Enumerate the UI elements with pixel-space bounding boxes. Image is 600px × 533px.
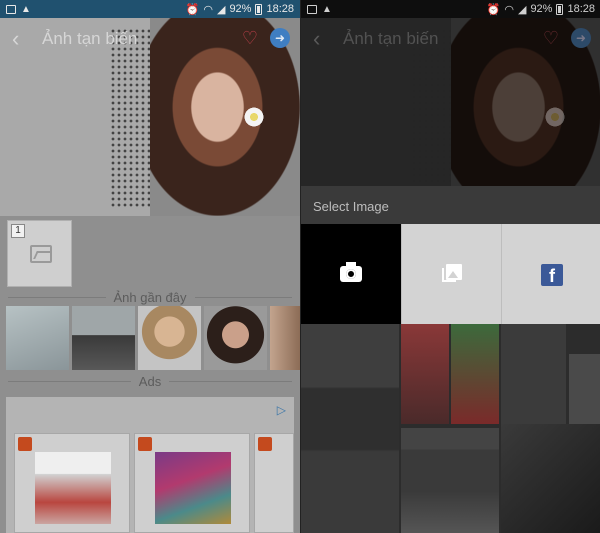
- camera-option[interactable]: [301, 224, 401, 324]
- wifi-icon: ◠: [203, 3, 213, 16]
- image-notification-icon: [6, 4, 16, 14]
- recent-photo-thumb[interactable]: [204, 306, 267, 370]
- app-toolbar: ‹ Ảnh tạn biến ♡ ➜: [301, 22, 600, 56]
- ad-product-card[interactable]: [14, 433, 130, 533]
- background-tile: [569, 354, 600, 424]
- battery-percent: 92%: [229, 3, 252, 15]
- ads-header: Ads: [0, 374, 300, 389]
- eagle-logo-tile: [501, 424, 600, 533]
- heart-icon: ♡: [542, 28, 559, 48]
- ad-product-card[interactable]: [254, 433, 294, 533]
- status-bar: ▲ ⏰ ◠ ◢ 92% 18:28: [0, 0, 300, 18]
- alarm-icon: ⏰: [185, 3, 200, 16]
- next-arrow-icon: ➜: [571, 28, 591, 48]
- warning-icon: ▲: [21, 3, 31, 15]
- facebook-option[interactable]: f: [501, 224, 600, 324]
- back-icon[interactable]: ‹: [12, 26, 34, 52]
- next-arrow-icon[interactable]: ➜: [270, 28, 290, 48]
- recent-photo-thumb[interactable]: [72, 306, 135, 370]
- right-screen: ▲ ⏰ ◠ ◢ 92% 18:28 ‹ Ảnh tạn biến ♡ ➜ Sel…: [300, 0, 600, 533]
- facebook-icon: f: [541, 264, 563, 286]
- ad-banner[interactable]: ▷: [6, 397, 294, 533]
- ads-label: Ads: [138, 374, 162, 389]
- background-tile: [501, 324, 566, 424]
- recent-photo-thumb[interactable]: [138, 306, 201, 370]
- ad-product-image: [155, 452, 231, 524]
- ad-product-image: [35, 452, 111, 524]
- image-placeholder-icon: [30, 245, 52, 263]
- background-screenshots: [301, 324, 600, 533]
- heart-icon[interactable]: ♡: [242, 28, 258, 49]
- status-bar: ▲ ⏰ ◠ ◢ 92% 18:28: [301, 0, 600, 18]
- recent-photos-header: Ảnh gần đây: [0, 290, 300, 305]
- background-tile: [451, 324, 499, 424]
- image-slot-1[interactable]: 1: [7, 220, 72, 287]
- page-title: Ảnh tạn biến: [42, 29, 138, 48]
- clock: 18:28: [266, 3, 294, 15]
- recent-photos-strip: [6, 306, 300, 370]
- page-title: Ảnh tạn biến: [343, 29, 439, 48]
- adchoices-icon[interactable]: ▷: [277, 403, 286, 417]
- battery-percent: 92%: [530, 3, 553, 15]
- left-screen: ▲ ⏰ ◠ ◢ 92% 18:28 ‹ Ảnh tạn biến ♡ ➜ 1 Ả…: [0, 0, 300, 533]
- ad-product-card[interactable]: [134, 433, 250, 533]
- back-icon: ‹: [313, 26, 321, 51]
- clock: 18:28: [567, 3, 595, 15]
- select-image-options: f: [301, 224, 600, 324]
- background-tile: [301, 324, 399, 533]
- warning-icon: ▲: [322, 3, 332, 15]
- battery-icon: [556, 3, 564, 15]
- recent-photo-thumb[interactable]: [6, 306, 69, 370]
- brand-logo: [258, 437, 272, 451]
- flower-decoration: [243, 106, 265, 128]
- signal-icon: ◢: [517, 3, 527, 16]
- gallery-icon: [442, 264, 462, 284]
- gallery-option[interactable]: [401, 224, 501, 324]
- camera-icon: [340, 262, 362, 282]
- recent-photo-thumb[interactable]: [270, 306, 300, 370]
- signal-icon: ◢: [216, 3, 226, 16]
- battery-icon: [255, 3, 263, 15]
- brand-logo: [18, 437, 32, 451]
- select-image-title: Select Image: [301, 186, 600, 224]
- recent-photos-label: Ảnh gần đây: [113, 290, 187, 305]
- background-tile: [401, 428, 499, 533]
- alarm-icon: ⏰: [486, 3, 501, 16]
- image-notification-icon: [307, 4, 317, 14]
- wifi-icon: ◠: [504, 3, 514, 16]
- background-tile: [401, 324, 449, 424]
- slot-number: 1: [11, 224, 25, 238]
- brand-logo: [138, 437, 152, 451]
- flower-decoration: [544, 106, 566, 128]
- app-toolbar: ‹ Ảnh tạn biến ♡ ➜: [0, 22, 300, 56]
